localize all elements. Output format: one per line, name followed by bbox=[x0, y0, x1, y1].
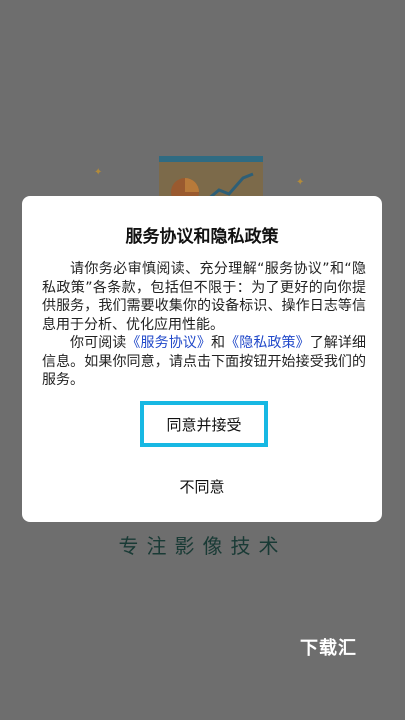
accept-button[interactable]: 同意并接受 bbox=[140, 401, 268, 447]
watermark: 下载汇 bbox=[300, 638, 357, 659]
dialog-body: 请你务必审慎阅读、充分理解“服务协议”和“隐私政策”各条款，包括但不限于：为了更… bbox=[42, 260, 366, 390]
privacy-policy-link[interactable]: 《隐私政策》 bbox=[225, 335, 310, 351]
consent-dialog: 服务协议和隐私政策 请你务必审慎阅读、充分理解“服务协议”和“隐私政策”各条款，… bbox=[22, 196, 382, 522]
conjunction-text: 和 bbox=[211, 335, 226, 351]
policy-paragraph: 请你务必审慎阅读、充分理解“服务协议”和“隐私政策”各条款，包括但不限于：为了更… bbox=[42, 261, 366, 333]
app-slogan: 专注影像技术 bbox=[118, 534, 287, 558]
policy-paragraph-links: 你可阅读《服务协议》和《隐私政策》了解详细信息。如果你同意，请点击下面按钮开始接… bbox=[42, 334, 366, 390]
dialog-title: 服务协议和隐私政策 bbox=[125, 227, 279, 247]
decline-button[interactable]: 不同意 bbox=[22, 476, 382, 497]
paragraph-prefix: 你可阅读 bbox=[70, 335, 127, 351]
service-agreement-link[interactable]: 《服务协议》 bbox=[126, 335, 211, 351]
sparkle-icon: ✦ bbox=[94, 167, 103, 178]
sparkle-icon: ✦ bbox=[296, 177, 305, 188]
